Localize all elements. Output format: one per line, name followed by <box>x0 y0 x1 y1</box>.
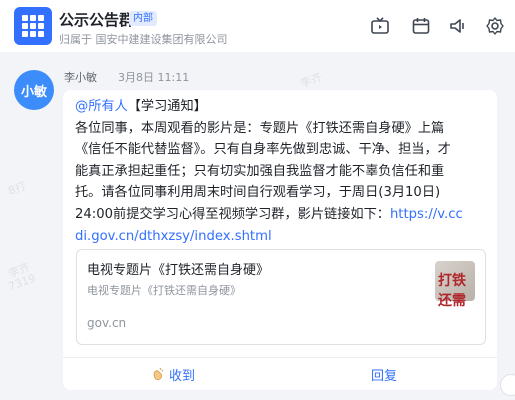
grid-icon <box>22 15 44 37</box>
card-title: 电视专题片《打铁还需自身硬》 <box>87 263 270 278</box>
announcement-icon[interactable] <box>448 16 468 36</box>
message-time: 3月8日 11:11 <box>118 71 190 84</box>
scroll-to-bottom-button[interactable] <box>500 374 515 396</box>
group-name[interactable]: 公示公告群 <box>59 9 134 30</box>
message-line-text: 24:00前提交学习心得至视频学习群，影片链接如下： <box>75 206 390 222</box>
reply-button[interactable]: 回复 <box>371 358 397 390</box>
sender-name[interactable]: 李小敏 <box>64 69 97 85</box>
calendar-icon[interactable] <box>411 16 431 36</box>
tv-icon[interactable] <box>370 16 390 36</box>
message-line: 《信任不能代替监督》。只有自身率先做到忠诚、干净、担当，才 <box>75 142 451 158</box>
message-line: 各位同事，本周观看的影片是：专题片《打铁还需自身硬》上篇 <box>75 120 445 136</box>
message-line: @所有人【学习通知】 <box>75 96 489 118</box>
group-avatar[interactable] <box>14 7 52 45</box>
received-button[interactable]: 收到 <box>151 358 195 390</box>
chat-area[interactable]: 李齐 8打 李齐 7319 小敏 李小敏 3月8日 11:11 @所有人【学习通… <box>0 52 515 400</box>
watermark: 8打 <box>6 179 28 198</box>
avatar[interactable]: 小敏 <box>14 70 54 110</box>
message-line: 托。请各位同事利用周末时间自行观看学习，于周日(3月10日) <box>75 185 441 201</box>
link-preview-card[interactable]: 电视专题片《打铁还需自身硬》 电视专题片《打铁还需自身硬》 gov.cn 打铁还… <box>76 249 486 345</box>
video-link[interactable]: https://v.cc <box>390 207 463 222</box>
card-thumbnail: 打铁还需 <box>435 261 475 309</box>
video-link[interactable]: di.gov.cn/dthxzsy/index.shtml <box>75 229 272 244</box>
thumbnail-text: 打铁还需 <box>438 273 466 309</box>
card-description: 电视专题片《打铁还需自身硬》 <box>87 284 241 297</box>
clap-icon <box>153 367 164 380</box>
received-label: 收到 <box>169 368 196 384</box>
message-line: 能真正承担起重任；只有切实加强自我监督才能不辜负信任和重 <box>75 163 445 179</box>
message-line: di.gov.cn/dthxzsy/index.shtml <box>75 226 489 248</box>
org-line: 归属于 国安中建建设集团有限公司 <box>59 33 228 46</box>
chat-header: 公示公告群 内部 归属于 国安中建建设集团有限公司 <box>0 0 515 52</box>
card-domain: gov.cn <box>87 316 127 330</box>
message-text: @所有人【学习通知】 各位同事，本周观看的影片是：专题片《打铁还需自身硬》上篇 … <box>75 96 489 247</box>
message-line-text: 【学习通知】 <box>127 99 207 114</box>
reply-label: 回复 <box>371 368 398 384</box>
settings-icon[interactable] <box>485 16 505 36</box>
message-actions: 收到 回复 <box>63 357 497 390</box>
message-line: 24:00前提交学习心得至视频学习群，影片链接如下：https://v.cc <box>75 204 489 226</box>
message-bubble[interactable]: @所有人【学习通知】 各位同事，本周观看的影片是：专题片《打铁还需自身硬》上篇 … <box>63 90 497 390</box>
internal-tag: 内部 <box>129 11 157 26</box>
mention-all[interactable]: @所有人 <box>75 99 128 114</box>
watermark: 李齐 <box>298 70 324 91</box>
